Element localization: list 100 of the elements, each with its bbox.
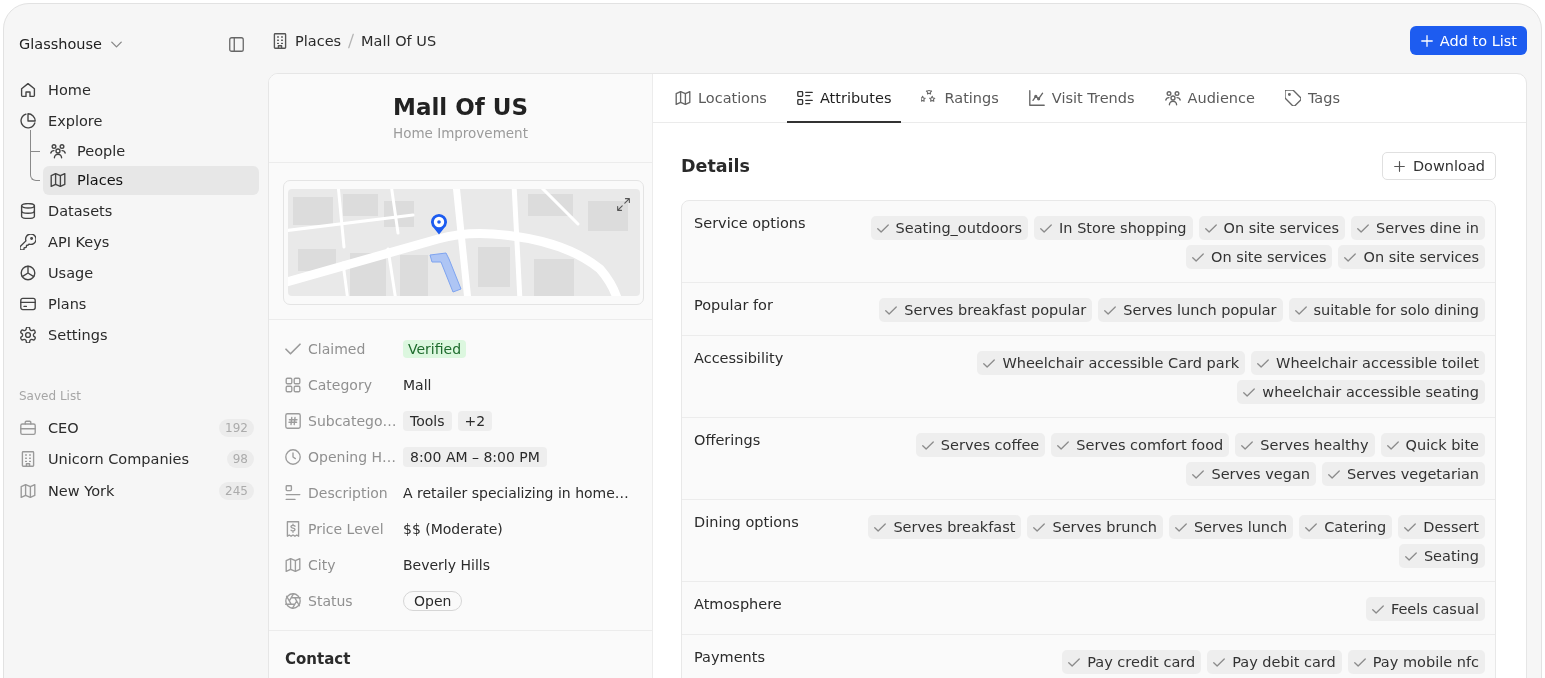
nav-item[interactable]: Home (19, 74, 259, 105)
tab[interactable]: Ratings (911, 74, 1009, 123)
field-label: City (308, 557, 336, 573)
nav-item[interactable]: Plans (19, 288, 259, 319)
attribute-group-label: Accessibility (694, 349, 785, 368)
tab[interactable]: Tags (1274, 74, 1350, 123)
nav-item[interactable]: Explore (19, 105, 259, 136)
attribute-label: Serves healthy (1260, 437, 1369, 453)
plus-icon (1420, 34, 1433, 47)
clock-icon (285, 449, 301, 465)
briefcase-icon (20, 419, 36, 436)
nav-item[interactable]: Settings (19, 319, 259, 350)
attribute-group-label: Payments (694, 648, 767, 667)
field-label: Description (308, 485, 388, 501)
field-value: $$ (Moderate) (403, 521, 503, 537)
download-button[interactable]: Download (1381, 152, 1496, 180)
tab[interactable]: Audience (1154, 74, 1265, 123)
database-icon (20, 202, 36, 219)
field-value: Mall (403, 377, 432, 393)
breadcrumb-current: Mall Of US (361, 32, 437, 49)
status-badge: Verified (403, 340, 467, 358)
check-icon (885, 305, 898, 315)
check-icon (1243, 387, 1256, 397)
tab[interactable]: Locations (665, 74, 777, 123)
map-icon (675, 89, 691, 106)
credit-card-icon (20, 295, 36, 312)
attribute-label: Wheelchair accessible toilet (1276, 355, 1479, 371)
add-to-list-button[interactable]: Add to List (1409, 26, 1527, 55)
check-icon (1057, 440, 1070, 450)
attribute-label: Pay debit card (1232, 654, 1336, 670)
saved-list-item[interactable]: CEO (19, 412, 220, 444)
check-icon (1386, 440, 1399, 450)
check-icon (1241, 440, 1254, 450)
check-icon (1068, 657, 1081, 667)
attribute-group-label: Popular for (694, 296, 774, 315)
grid-icon (285, 377, 301, 393)
tab[interactable]: Attributes (786, 74, 902, 123)
expand-icon[interactable] (617, 198, 630, 211)
people-icon (1164, 89, 1181, 106)
saved-list-item[interactable]: Unicorn Companies (19, 443, 227, 475)
attribute-label: Seating_outdoors (895, 220, 1023, 236)
field-label: Status (308, 593, 353, 609)
map-icon (50, 172, 66, 189)
attribute-label: On site services (1363, 249, 1479, 265)
attribute-label: Feels casual (1390, 601, 1479, 617)
chevron-down-icon (111, 40, 122, 48)
check-icon (983, 358, 996, 368)
place-name: Mall Of US (392, 93, 529, 121)
attribute-label: On site services (1210, 249, 1327, 265)
check-icon (1104, 305, 1117, 315)
field-value: A retailer specializing in home… (403, 485, 629, 501)
tab[interactable]: Visit Trends (1018, 74, 1145, 123)
building-icon (20, 451, 36, 468)
attribute-label: Serves dine in (1376, 220, 1479, 236)
map-icon (20, 482, 36, 499)
attribute-label: In Store shopping (1059, 220, 1187, 236)
check-icon (1305, 522, 1318, 532)
building-icon (272, 32, 288, 49)
field-label: Category (308, 377, 372, 393)
map-icon (285, 557, 301, 573)
check-icon (1191, 252, 1204, 262)
map-pin-icon (430, 213, 448, 235)
settings-icon (20, 326, 36, 343)
attribute-label: Catering (1324, 519, 1387, 535)
attribute-label: Serves vegetarian (1347, 466, 1479, 482)
nav-item[interactable]: Datasets (19, 195, 259, 226)
check-icon (1404, 522, 1417, 532)
attribute-label: Serves vegan (1211, 466, 1310, 482)
attribute-label: wheelchair accessible seating (1262, 384, 1479, 400)
attribute-label: Wheelchair accessible Card park (1002, 355, 1240, 371)
nav-item[interactable]: Usage (19, 257, 259, 288)
breadcrumb-link[interactable]: Places (272, 32, 342, 49)
attribute-group-label: Atmosphere (694, 595, 783, 614)
saved-list-item[interactable]: New York (19, 475, 220, 507)
workspace-switcher[interactable]: Glasshouse (19, 36, 122, 52)
field-label: Price Level (308, 521, 384, 537)
check-icon (1033, 522, 1046, 532)
section-title: Details (681, 156, 750, 176)
check-icon (876, 223, 889, 233)
aperture-icon (285, 593, 301, 609)
check-icon (1174, 522, 1187, 532)
check-icon (1213, 657, 1226, 667)
text-lines-icon (285, 485, 301, 501)
value-chip: +2 (457, 411, 493, 431)
people-icon (50, 142, 66, 159)
attribute-label: Seating (1423, 548, 1479, 564)
pie-chart-icon (20, 264, 36, 281)
check-icon (1294, 305, 1307, 315)
attribute-label: Serves lunch (1193, 519, 1288, 535)
nav-item[interactable]: API Keys (19, 226, 259, 257)
attribute-group-label: Service options (694, 214, 807, 233)
sidebar-toggle-icon[interactable] (229, 36, 244, 52)
attribute-label: Serves coffee (940, 437, 1040, 453)
check-icon (1204, 223, 1217, 233)
check-icon (1404, 551, 1417, 561)
count-badge: 245 (219, 481, 254, 500)
check-icon (1344, 252, 1357, 262)
attribute-label: Serves breakfast (893, 519, 1016, 535)
attribute-label: Serves comfort food (1076, 437, 1224, 453)
receipt-icon (285, 521, 301, 537)
